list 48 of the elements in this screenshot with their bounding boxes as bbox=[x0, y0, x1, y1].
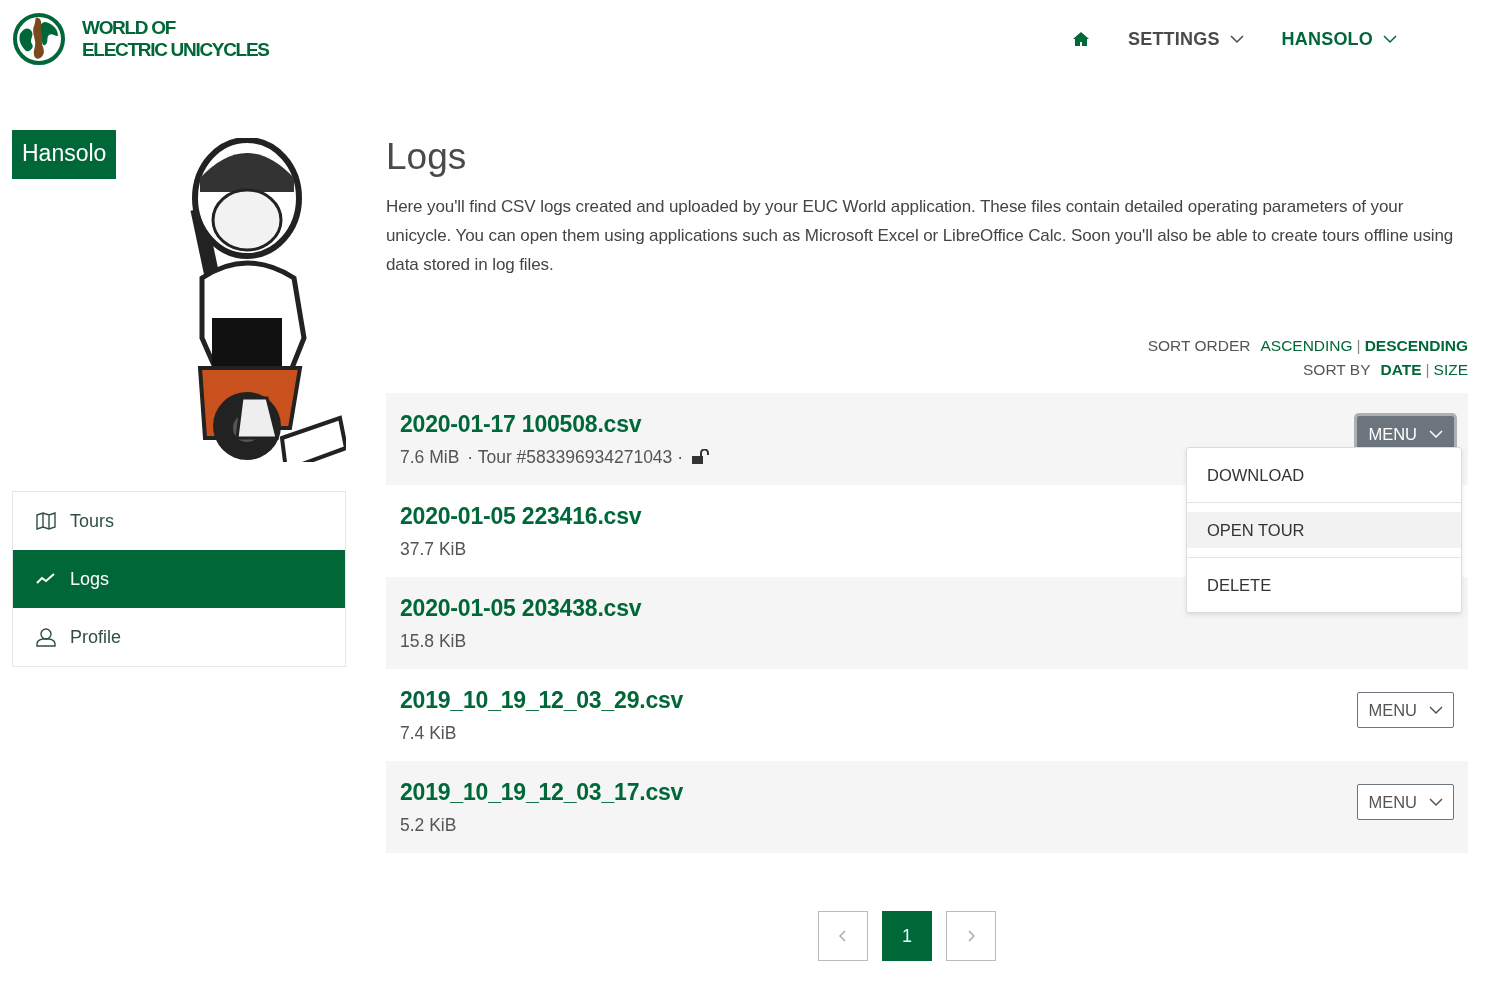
previous-page-button[interactable] bbox=[818, 911, 868, 961]
chevron-right-icon bbox=[967, 930, 975, 942]
menu-button[interactable]: MENU bbox=[1357, 692, 1454, 728]
file-name-link[interactable]: 2019_10_19_12_03_17.csv bbox=[400, 778, 684, 806]
file-name-link[interactable]: 2019_10_19_12_03_29.csv bbox=[400, 686, 684, 714]
sort-option-link[interactable]: DATE bbox=[1380, 361, 1422, 379]
page-title: Logs bbox=[386, 136, 468, 178]
file-size-text: 7.4 KiB bbox=[400, 722, 457, 744]
home-icon[interactable] bbox=[1072, 31, 1090, 47]
menu-item[interactable]: DELETE bbox=[1187, 567, 1461, 603]
sidebar-item[interactable]: Logs bbox=[13, 550, 345, 608]
logo-text[interactable]: WORLD OF ELECTRIC UNICYCLES bbox=[82, 17, 269, 61]
globe-logo-icon bbox=[12, 12, 66, 66]
nav-dropdown[interactable]: HANSOLO bbox=[1281, 28, 1397, 50]
sort-option-link[interactable]: DESCENDING bbox=[1364, 337, 1468, 355]
sort-label: SORT BY bbox=[1303, 361, 1371, 379]
chevron-down-icon bbox=[1383, 34, 1397, 44]
username-label: Hansolo bbox=[12, 130, 117, 179]
file-name-link[interactable]: 2020-01-17 100508.csv bbox=[400, 410, 710, 438]
sort-label: SORT ORDER bbox=[1147, 337, 1251, 355]
file-size-text: 5.2 KiB bbox=[400, 814, 457, 836]
menu-button[interactable]: MENU bbox=[1357, 784, 1454, 820]
tour-link[interactable]: · Tour #583396934271043 · bbox=[467, 446, 684, 468]
sidebar-item[interactable]: Profile bbox=[13, 608, 345, 666]
chevron-down-icon bbox=[1429, 429, 1443, 439]
file-name-link[interactable]: 2020-01-05 203438.csv bbox=[400, 594, 642, 622]
chevron-down-icon bbox=[1429, 705, 1443, 715]
page-button[interactable]: 1 bbox=[882, 911, 932, 961]
description-text: Here you'll find CSV logs created and uploaded by your EUC World application. These files contain detailed operating parameters of your unicycle. You can open them using applications such as Microsoft Excel or LibreOffice Calc. Soon you'll also be able to create tours offline using data stored in log files. bbox=[386, 196, 1455, 276]
file-name-link[interactable]: 2020-01-05 223416.csv bbox=[400, 502, 642, 530]
file-size-text: 15.8 KiB bbox=[400, 630, 467, 652]
chevron-left-icon bbox=[839, 930, 847, 942]
map-icon bbox=[36, 512, 56, 530]
menu-item[interactable]: OPEN TOUR bbox=[1187, 512, 1461, 548]
trend-line-icon bbox=[36, 573, 56, 585]
nav-dropdown[interactable]: SETTINGS bbox=[1128, 28, 1244, 50]
divider-text: | bbox=[1425, 361, 1430, 379]
menu-item[interactable]: DOWNLOAD bbox=[1187, 457, 1461, 493]
next-page-button[interactable] bbox=[946, 911, 996, 961]
user-icon bbox=[36, 627, 56, 647]
chevron-down-icon bbox=[1429, 797, 1443, 807]
file-size-text: 37.7 KiB bbox=[400, 538, 467, 560]
sort-option-link[interactable]: SIZE bbox=[1433, 361, 1468, 379]
sidebar-item[interactable]: Tours bbox=[13, 492, 345, 550]
file-size-text: 7.6 MiB bbox=[400, 446, 460, 468]
divider-text: | bbox=[1356, 337, 1361, 355]
sort-option-link[interactable]: ASCENDING bbox=[1260, 337, 1353, 355]
chevron-down-icon bbox=[1229, 34, 1244, 44]
